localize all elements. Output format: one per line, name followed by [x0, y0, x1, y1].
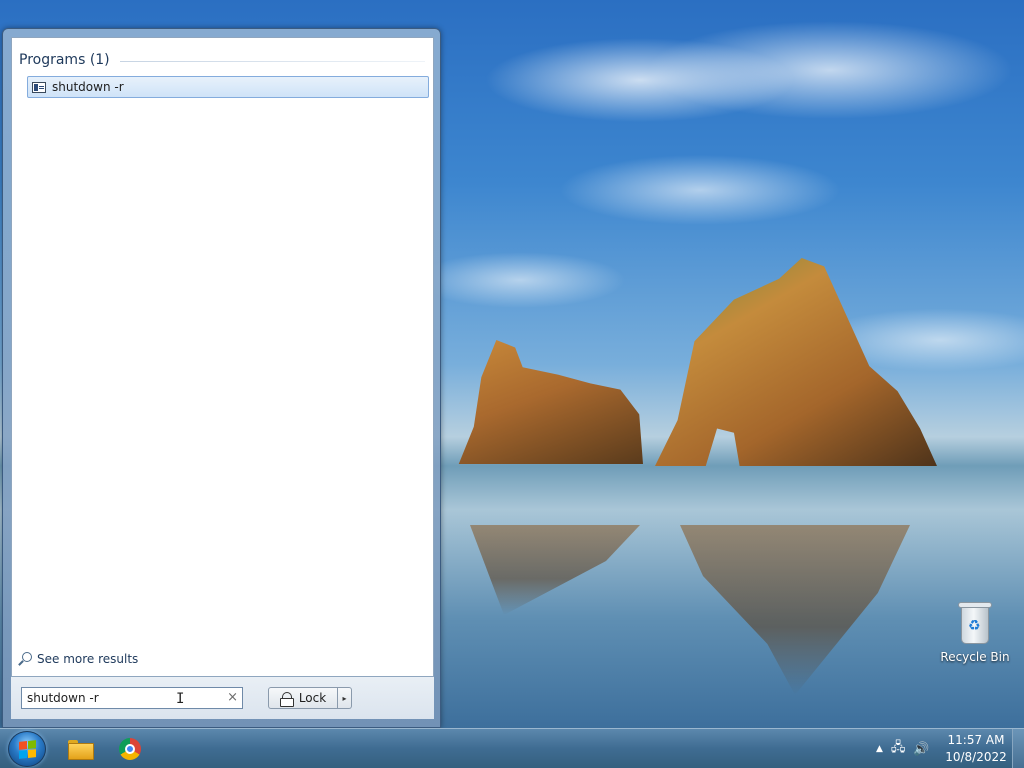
start-search-box[interactable]: I ×	[21, 687, 243, 709]
taskbar-file-explorer-button[interactable]	[56, 733, 104, 765]
network-icon[interactable]: 🖧	[891, 738, 906, 760]
power-options-arrow-button[interactable]: ▸	[338, 687, 352, 709]
section-divider	[119, 60, 425, 62]
taskbar-clock[interactable]: 11:57 AM 10/8/2022	[944, 732, 1008, 766]
text-cursor-icon: I	[176, 691, 185, 707]
lock-button-label: Lock	[298, 691, 327, 705]
search-results-pane: Programs (1) shutdown -r See more result…	[11, 37, 434, 677]
recycle-bin-label: Recycle Bin	[940, 650, 1010, 664]
show-desktop-button[interactable]	[1012, 729, 1024, 768]
console-window-icon	[32, 81, 46, 93]
taskbar-chrome-button[interactable]	[106, 733, 154, 765]
recycle-bin-icon: ♻	[957, 600, 993, 644]
show-hidden-icons-icon[interactable]: ▲	[876, 744, 883, 754]
wallpaper-reflection-right	[680, 525, 910, 695]
power-button-group: Lock ▸	[268, 687, 352, 709]
wallpaper-rock-left	[458, 340, 643, 464]
lock-button[interactable]: Lock	[268, 687, 338, 709]
see-more-results-link[interactable]: See more results	[18, 652, 138, 666]
wallpaper-reflection-left	[470, 525, 640, 615]
clock-time: 11:57 AM	[947, 733, 1005, 747]
clock-date: 10/8/2022	[945, 750, 1007, 764]
wallpaper-rock-arch	[655, 258, 937, 466]
start-search-area: I × Lock ▸	[11, 677, 434, 719]
clear-search-icon[interactable]: ×	[227, 690, 238, 705]
search-result-shutdown[interactable]: shutdown -r	[27, 76, 429, 98]
windows-logo-icon	[19, 740, 36, 759]
system-tray: ▲ 🖧 🔊	[876, 729, 938, 768]
programs-section-header: Programs (1)	[19, 52, 425, 68]
search-icon	[18, 652, 32, 666]
see-more-results-label: See more results	[37, 652, 139, 666]
recycle-bin-shortcut[interactable]: ♻ Recycle Bin	[936, 600, 1014, 664]
chrome-icon	[119, 738, 141, 760]
volume-icon[interactable]: 🔊	[913, 742, 929, 757]
lock-icon	[279, 691, 294, 707]
programs-section-title[interactable]: Programs (1)	[19, 52, 110, 68]
folder-icon	[68, 740, 94, 760]
taskbar: ▲ 🖧 🔊 11:57 AM 10/8/2022	[0, 728, 1024, 768]
search-result-label: shutdown -r	[52, 80, 124, 94]
start-menu: Programs (1) shutdown -r See more result…	[2, 28, 441, 728]
start-button[interactable]	[8, 731, 46, 767]
